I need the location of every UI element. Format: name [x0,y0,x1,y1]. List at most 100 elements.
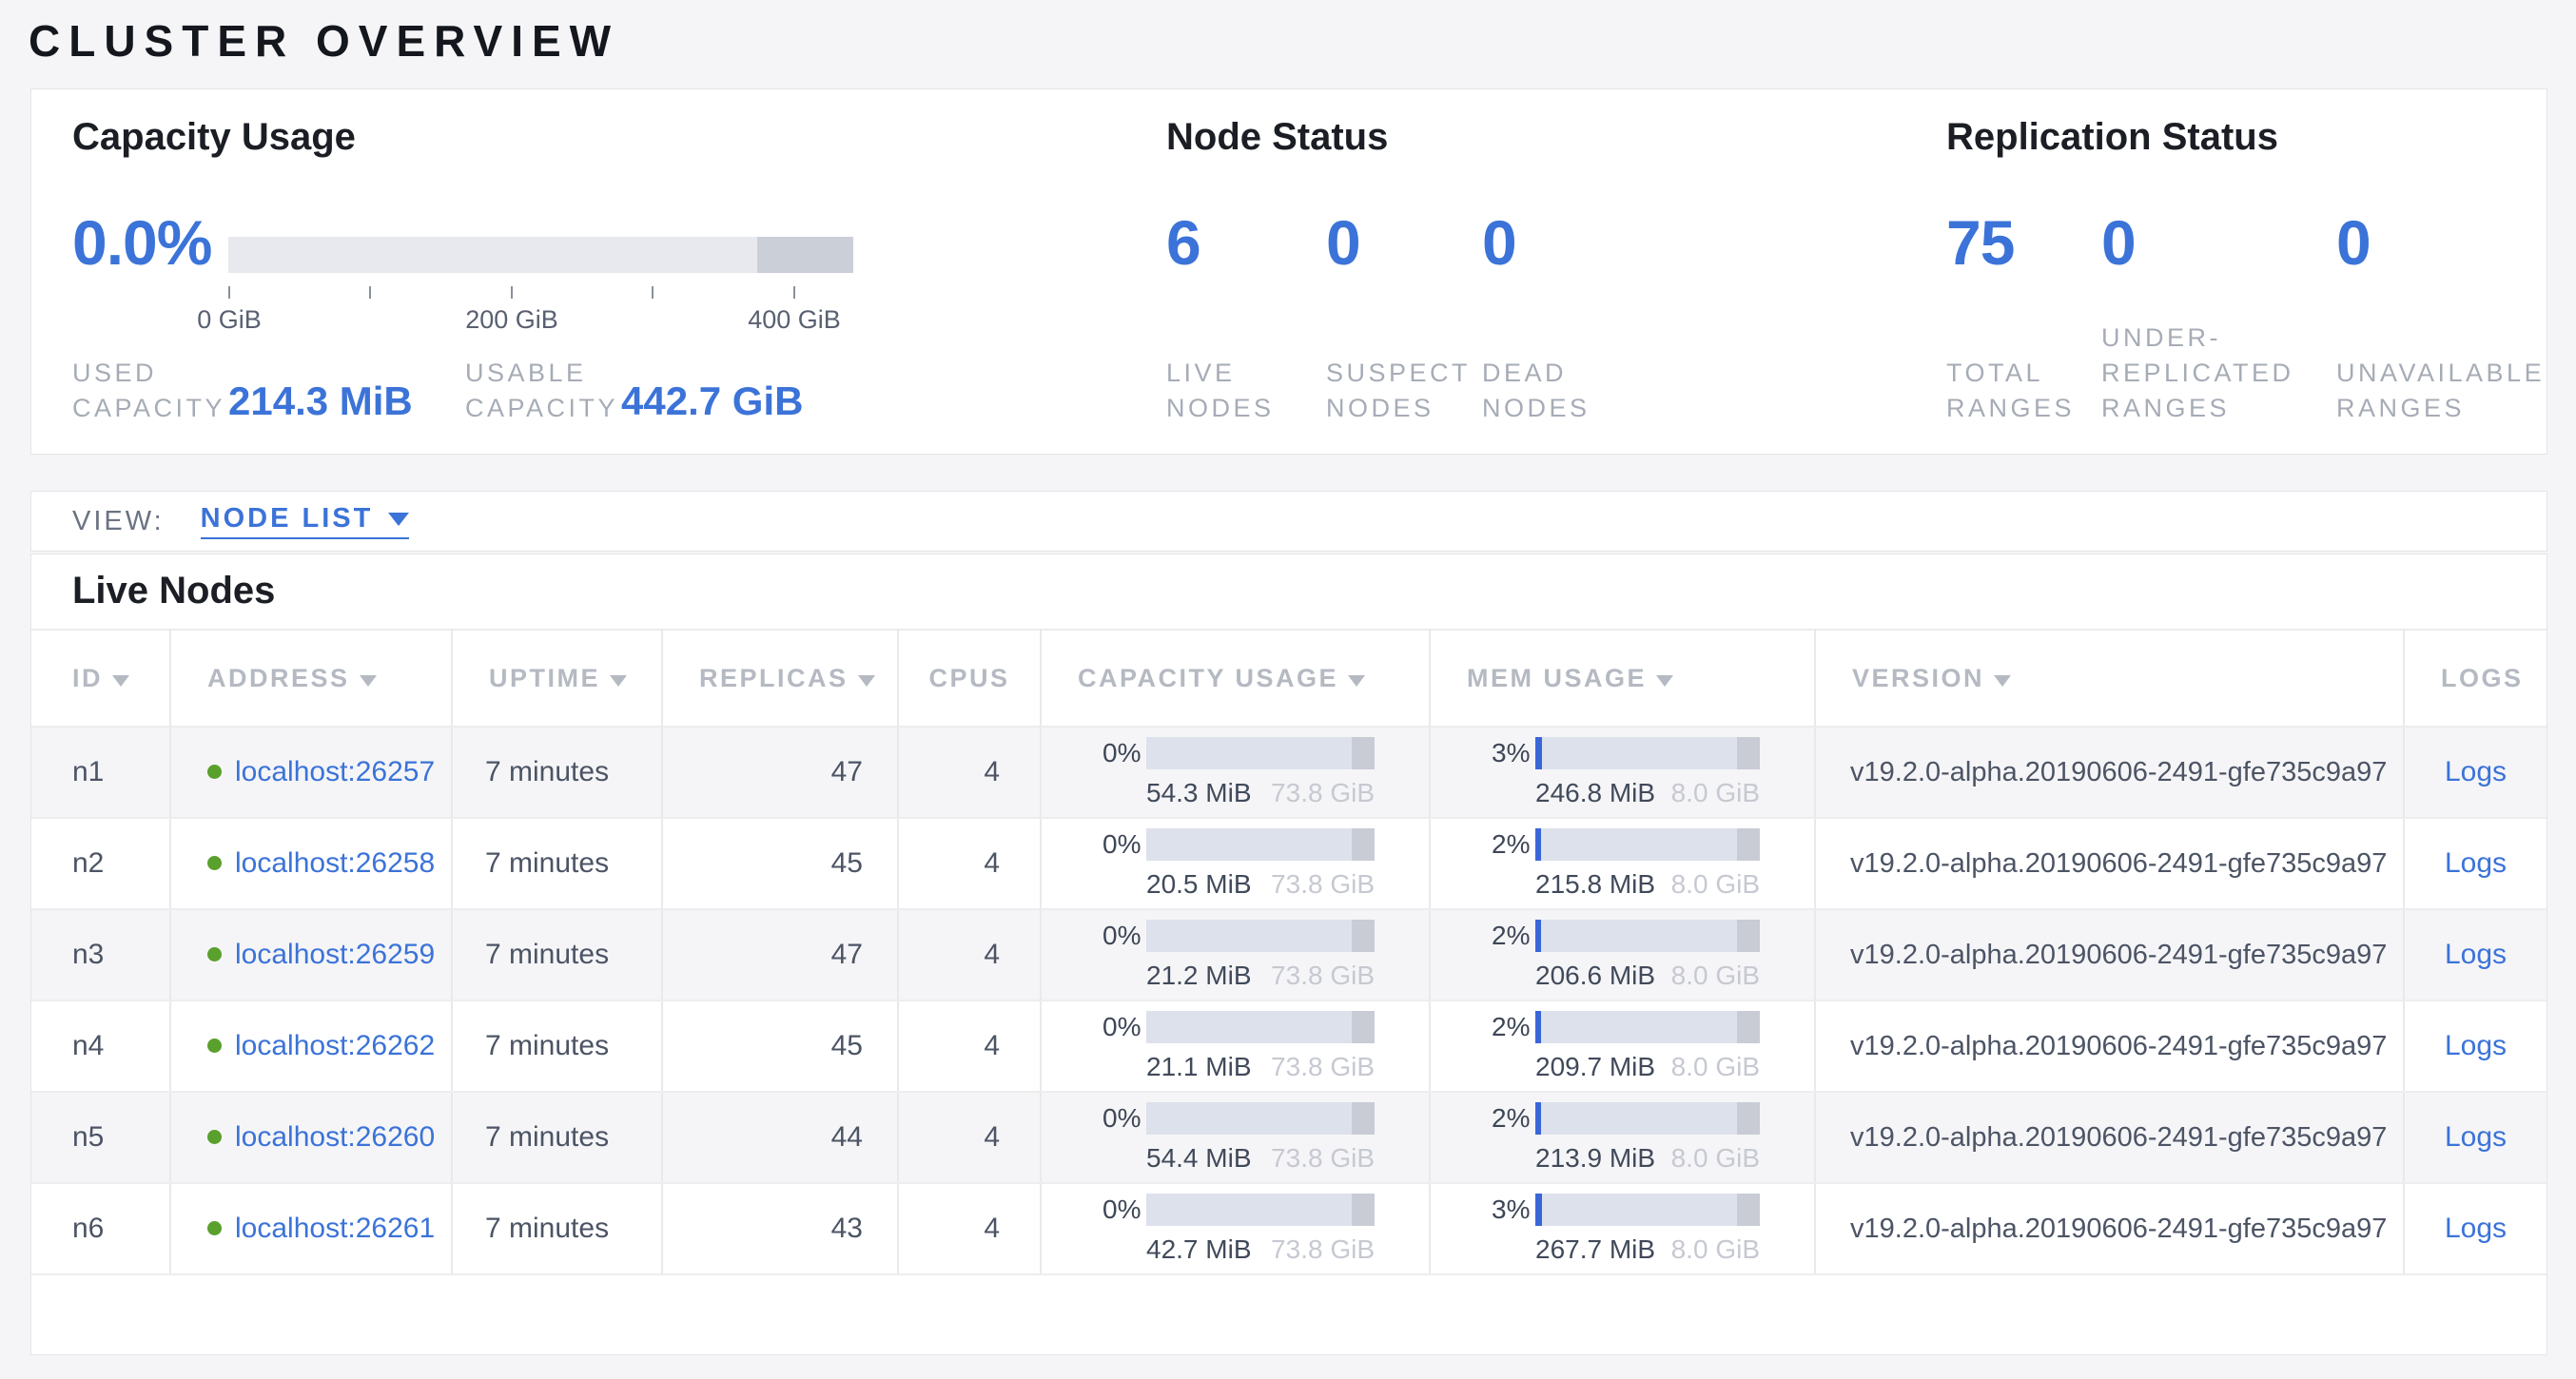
node-address-cell: localhost:26260 [170,1092,452,1183]
column-header-replicas[interactable]: REPLICAS [662,630,898,727]
node-address-cell: localhost:26259 [170,909,452,1000]
capacity-usage-bar [1146,737,1375,769]
node-uptime-cell: 7 minutes [452,1000,662,1092]
mem-usage-bar [1535,1011,1760,1043]
mem-usage-bar-fill [1535,920,1541,952]
column-header-label: REPLICAS [699,664,849,692]
node-logs-cell: Logs [2404,727,2547,818]
column-header-address[interactable]: ADDRESS [170,630,452,727]
cluster-summary-card: Capacity Usage 0.0% 0 GiB 200 GiB 400 Gi… [30,88,2547,455]
mem-usage-meter: 3% 267.7 MiB 8.0 GiB [1492,1194,1760,1265]
node-logs-link[interactable]: Logs [2445,1121,2507,1153]
mem-usage-bar-other-segment [1737,737,1760,769]
node-cpus-cell: 4 [898,909,1041,1000]
node-row-n1: n1localhost:262577 minutes474 0% 54.3 Mi… [31,727,2547,818]
sort-desc-icon [1348,675,1365,687]
node-id-cell: n4 [31,1000,170,1092]
mem-usage-used-value: 209.7 MiB [1535,1052,1655,1082]
capacity-usage-percent: 0% [1103,921,1146,951]
axis-tick [793,286,795,299]
mem-usage-bar-fill [1535,1194,1542,1226]
column-header-label: VERSION [1852,664,1984,692]
node-logs-cell: Logs [2404,818,2547,909]
column-header-version[interactable]: VERSION [1815,630,2404,727]
node-uptime-cell: 7 minutes [452,909,662,1000]
total-ranges-count: 75 [1946,209,2014,276]
mem-usage-bar-fill [1535,1102,1541,1135]
capacity-bar [228,237,853,273]
node-mem-usage-cell: 2% 213.9 MiB 8.0 GiB [1430,1092,1815,1183]
mem-usage-percent: 2% [1492,1012,1535,1042]
page-title: CLUSTER OVERVIEW [29,15,619,67]
usable-capacity-value: 442.7 GiB [621,379,803,424]
node-replicas-cell: 45 [662,1000,898,1092]
node-address-cell: localhost:26257 [170,727,452,818]
node-cpus-cell: 4 [898,1092,1041,1183]
unavailable-ranges-count: 0 [2336,209,2371,276]
column-header-uptime[interactable]: UPTIME [452,630,662,727]
node-logs-link[interactable]: Logs [2445,939,2507,970]
node-uptime-cell: 7 minutes [452,1092,662,1183]
axis-tick [511,286,513,299]
node-address-link[interactable]: localhost:26260 [235,1121,435,1153]
mem-usage-total-value: 8.0 GiB [1671,778,1760,808]
capacity-used-percent: 0.0% [72,209,211,276]
capacity-usage-bar-other-segment [1352,1194,1375,1226]
node-version-cell: v19.2.0-alpha.20190606-2491-gfe735c9a97 [1815,727,2404,818]
axis-tick-label: 0 GiB [163,305,296,335]
capacity-usage-bar [1146,1194,1375,1226]
node-mem-usage-cell: 2% 209.7 MiB 8.0 GiB [1430,1000,1815,1092]
mem-usage-bar-other-segment [1737,1194,1760,1226]
live-nodes-table-body: n1localhost:262577 minutes474 0% 54.3 Mi… [31,727,2547,1274]
view-dropdown[interactable]: NODE LIST [201,503,410,539]
node-capacity-usage-cell: 0% 54.4 MiB 73.8 GiB [1041,1092,1430,1183]
capacity-usage-meter: 0% 21.1 MiB 73.8 GiB [1103,1011,1375,1082]
live-nodes-card: Live Nodes IDADDRESSUPTIMEREPLICASCPUSCA… [30,554,2547,1355]
node-id-cell: n2 [31,818,170,909]
column-header-label: ADDRESS [207,664,350,692]
view-label: VIEW: [72,506,165,537]
view-selector-bar: VIEW: NODE LIST [30,491,2547,552]
node-address-cell: localhost:26262 [170,1000,452,1092]
chevron-down-icon [388,513,409,526]
mem-usage-total-value: 8.0 GiB [1671,961,1760,991]
column-header-id[interactable]: ID [31,630,170,727]
node-logs-link[interactable]: Logs [2445,756,2507,787]
node-logs-link[interactable]: Logs [2445,1213,2507,1244]
node-address-link[interactable]: localhost:26261 [235,1213,435,1244]
capacity-usage-bar [1146,920,1375,952]
mem-usage-meter: 2% 206.6 MiB 8.0 GiB [1492,920,1760,991]
node-logs-cell: Logs [2404,909,2547,1000]
capacity-usage-meter: 0% 20.5 MiB 73.8 GiB [1103,828,1375,900]
node-address-link[interactable]: localhost:26262 [235,1030,435,1061]
capacity-usage-total-value: 73.8 GiB [1271,1143,1375,1174]
node-version-cell: v19.2.0-alpha.20190606-2491-gfe735c9a97 [1815,1092,2404,1183]
capacity-usage-total-value: 73.8 GiB [1271,1052,1375,1082]
mem-usage-bar-other-segment [1737,920,1760,952]
node-mem-usage-cell: 3% 267.7 MiB 8.0 GiB [1430,1183,1815,1274]
node-live-status-dot [207,1221,222,1235]
suspect-nodes-count: 0 [1326,209,1360,276]
capacity-usage-used-value: 20.5 MiB [1146,869,1252,900]
axis-tick [369,286,371,299]
column-header-cpus: CPUS [898,630,1041,727]
capacity-usage-total-value: 73.8 GiB [1271,869,1375,900]
node-logs-link[interactable]: Logs [2445,847,2507,879]
column-header-capacity-usage[interactable]: CAPACITY USAGE [1041,630,1430,727]
capacity-usage-used-value: 54.3 MiB [1146,778,1252,808]
capacity-usage-used-value: 42.7 MiB [1146,1234,1252,1265]
node-address-link[interactable]: localhost:26257 [235,756,435,787]
capacity-usage-meter: 0% 21.2 MiB 73.8 GiB [1103,920,1375,991]
column-header-logs: LOGS [2404,630,2547,727]
node-replicas-cell: 45 [662,818,898,909]
column-header-mem-usage[interactable]: MEM USAGE [1430,630,1815,727]
node-address-link[interactable]: localhost:26258 [235,847,435,879]
node-capacity-usage-cell: 0% 21.1 MiB 73.8 GiB [1041,1000,1430,1092]
node-logs-link[interactable]: Logs [2445,1030,2507,1061]
column-header-label: CAPACITY USAGE [1078,664,1338,692]
node-live-status-dot [207,856,222,870]
capacity-usage-percent: 0% [1103,1103,1146,1134]
node-address-link[interactable]: localhost:26259 [235,939,435,970]
capacity-usage-total-value: 73.8 GiB [1271,1234,1375,1265]
mem-usage-percent: 3% [1492,1194,1535,1225]
